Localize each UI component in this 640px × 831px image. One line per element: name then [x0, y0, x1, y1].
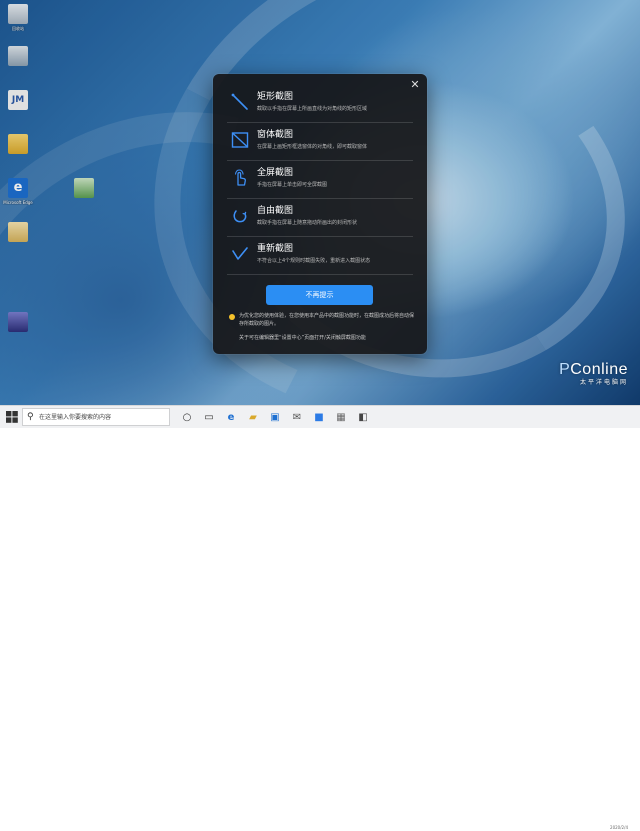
- watermark: PConline 太平洋电脑网: [559, 361, 628, 387]
- dont-show-again-button[interactable]: 不再提示: [266, 285, 373, 305]
- rect-capture-icon: [231, 93, 248, 110]
- app-icon[interactable]: ■: [312, 410, 326, 424]
- mode-description: 不符合以上4个规则时截图失败，重新进入截图状态: [257, 258, 371, 264]
- mode-description: 截取以手指在屏幕上所画直线为对角线的矩形区域: [257, 106, 368, 112]
- free-capture-icon: [233, 210, 247, 223]
- store-icon[interactable]: ▣: [268, 410, 282, 424]
- retry-capture-icon: [232, 247, 248, 260]
- tip-bullet: [229, 314, 235, 320]
- tip-text: 为优化您的使用体验，在您使用本产品中的截图功能时，在截图成功后将自动保存所截取的…: [239, 313, 415, 327]
- cortana-icon[interactable]: ○: [180, 410, 194, 424]
- windows-start-icon[interactable]: [6, 411, 18, 423]
- tap-capture-icon: [234, 169, 246, 186]
- mode-title: 重新截图: [257, 244, 294, 254]
- app-icon[interactable]: ◧: [356, 410, 370, 424]
- mode-title: 全屏截图: [257, 168, 294, 178]
- file-explorer-icon[interactable]: ▰: [246, 410, 260, 424]
- task-view-icon[interactable]: ▭: [202, 410, 216, 424]
- edge-icon[interactable]: e: [224, 410, 238, 424]
- taskbar-search-box[interactable]: ⚲ 在这里输入你要搜索的内容: [22, 408, 170, 426]
- mode-description: 截取手指在屏幕上随意拖动所画出的封闭形状: [257, 220, 358, 226]
- mode-description: 手指在屏幕上单击即可全屏截图: [257, 182, 328, 188]
- brand-subtitle: 太平洋电脑网: [579, 379, 628, 386]
- settings-note: 关于可在编辑器里“设置中心”页面打开/关闭触屏截图功能: [239, 335, 366, 341]
- search-icon: ⚲: [27, 412, 34, 422]
- mode-title: 窗体截图: [257, 130, 294, 140]
- mail-icon[interactable]: ✉: [290, 410, 304, 424]
- mode-rect-capture[interactable]: 矩形截图 截取以手指在屏幕上所画直线为对角线的矩形区域: [227, 86, 413, 123]
- search-placeholder: 在这里输入你要搜索的内容: [39, 414, 112, 421]
- app-icon[interactable]: ▦: [334, 410, 348, 424]
- taskbar: ⚲ 在这里输入你要搜索的内容 ○ ▭ e ▰ ▣ ✉ ■ ▦ ◧ 2020/2/…: [0, 405, 640, 830]
- mode-description: 在屏幕上画矩形框选窗体的对角线，即可截取窗体: [257, 144, 368, 150]
- screenshot-help-dialog: ✕ 矩形截图 截取以手指在屏幕上所画直线为对角线的矩形区域 窗体截图 在屏幕上画…: [213, 74, 427, 354]
- mode-full-capture[interactable]: 全屏截图 手指在屏幕上单击即可全屏截图: [227, 162, 413, 199]
- mode-title: 自由截图: [257, 206, 294, 216]
- mode-title: 矩形截图: [257, 92, 294, 102]
- desktop-background: 回收站 JM e Microsoft Edge PConline 太平洋电脑网 …: [0, 0, 640, 405]
- mode-window-capture[interactable]: 窗体截图 在屏幕上画矩形框选窗体的对角线，即可截取窗体: [227, 124, 413, 161]
- mode-free-capture[interactable]: 自由截图 截取手指在屏幕上随意拖动所画出的封闭形状: [227, 200, 413, 237]
- window-capture-icon: [231, 132, 249, 148]
- mode-retry-capture[interactable]: 重新截图 不符合以上4个规则时截图失败，重新进入截图状态: [227, 238, 413, 275]
- brand-logo: PConline: [559, 361, 628, 378]
- date-text: 2020/2/4: [610, 825, 628, 830]
